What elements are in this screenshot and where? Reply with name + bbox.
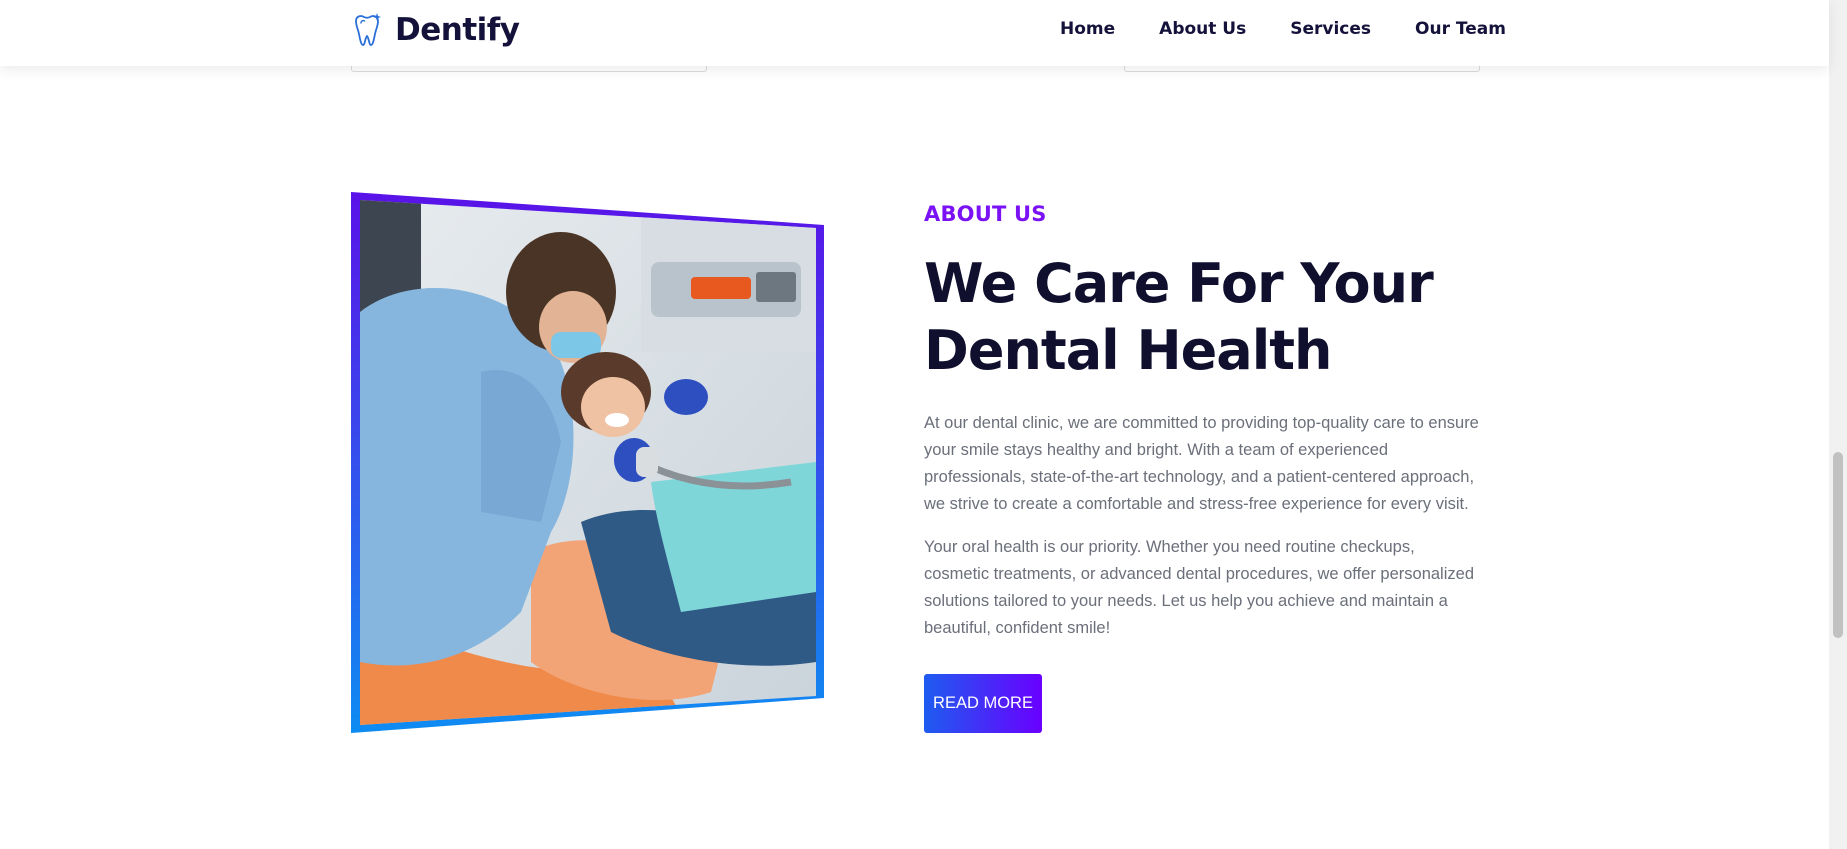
site-header: Dentify Home About Us Services Our Team [0, 0, 1829, 66]
section-eyebrow: ABOUT US [924, 202, 1047, 226]
heading-line-1: We Care For Your [924, 252, 1434, 315]
about-paragraph-2: Your oral health is our priority. Whethe… [924, 538, 1474, 637]
about-image-frame [351, 192, 824, 733]
tooth-sparkle-icon [355, 13, 381, 46]
nav-item-about-us[interactable]: About Us [1159, 19, 1246, 39]
section-heading: We Care For Your Dental Health [924, 250, 1484, 384]
about-paragraph-1: At our dental clinic, we are committed t… [924, 414, 1479, 513]
heading-line-2: Dental Health [924, 319, 1332, 382]
nav-item-home[interactable]: Home [1060, 19, 1115, 39]
read-more-button[interactable]: READ MORE [924, 674, 1042, 733]
brand-name: Dentify [395, 12, 520, 48]
main-nav: Home About Us Services Our Team [1060, 19, 1506, 39]
nav-item-services[interactable]: Services [1290, 19, 1371, 39]
scrollbar-thumb[interactable] [1833, 452, 1843, 638]
page-scrollbar[interactable] [1829, 0, 1847, 849]
about-section: ABOUT US We Care For Your Dental Health … [924, 202, 1484, 733]
dentist-patient-photo [351, 192, 824, 733]
nav-item-our-team[interactable]: Our Team [1415, 19, 1506, 39]
brand-logo[interactable]: Dentify [351, 12, 520, 48]
